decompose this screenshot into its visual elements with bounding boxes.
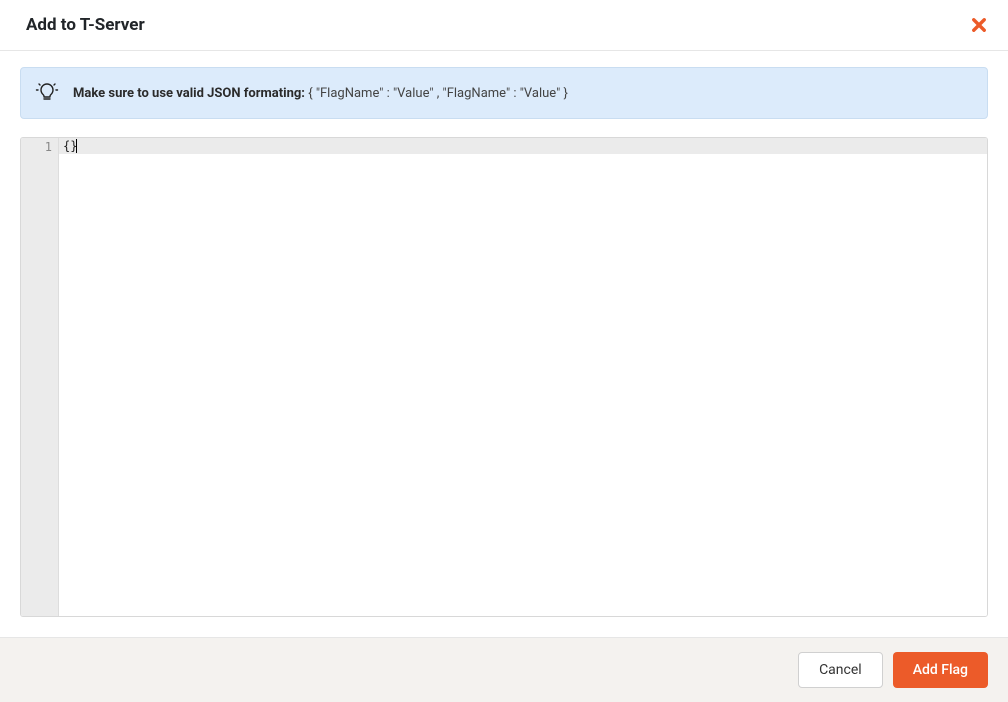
dialog-title: Add to T-Server (26, 15, 145, 35)
add-flag-button[interactable]: Add Flag (893, 652, 988, 688)
banner-text: Make sure to use valid JSON formating: {… (73, 86, 568, 101)
close-icon[interactable] (970, 16, 988, 34)
dialog-header: Add to T-Server (0, 0, 1008, 51)
editor-body[interactable]: {} (59, 138, 987, 616)
banner-example-text: { "FlagName" : "Value" , "FlagName" : "V… (308, 86, 568, 101)
editor-line-number: 1 (21, 139, 52, 155)
banner-bold-text: Make sure to use valid JSON formating: (73, 86, 305, 101)
json-editor[interactable]: 1 {} (20, 137, 988, 617)
dialog-footer: Cancel Add Flag (0, 637, 1008, 702)
dialog-content: Make sure to use valid JSON formating: {… (0, 51, 1008, 637)
editor-line[interactable]: {} (59, 138, 987, 154)
lightbulb-icon (35, 81, 59, 105)
editor-gutter: 1 (21, 138, 59, 616)
cancel-button[interactable]: Cancel (798, 652, 883, 688)
editor-cursor (76, 139, 77, 153)
info-banner: Make sure to use valid JSON formating: {… (20, 67, 988, 119)
